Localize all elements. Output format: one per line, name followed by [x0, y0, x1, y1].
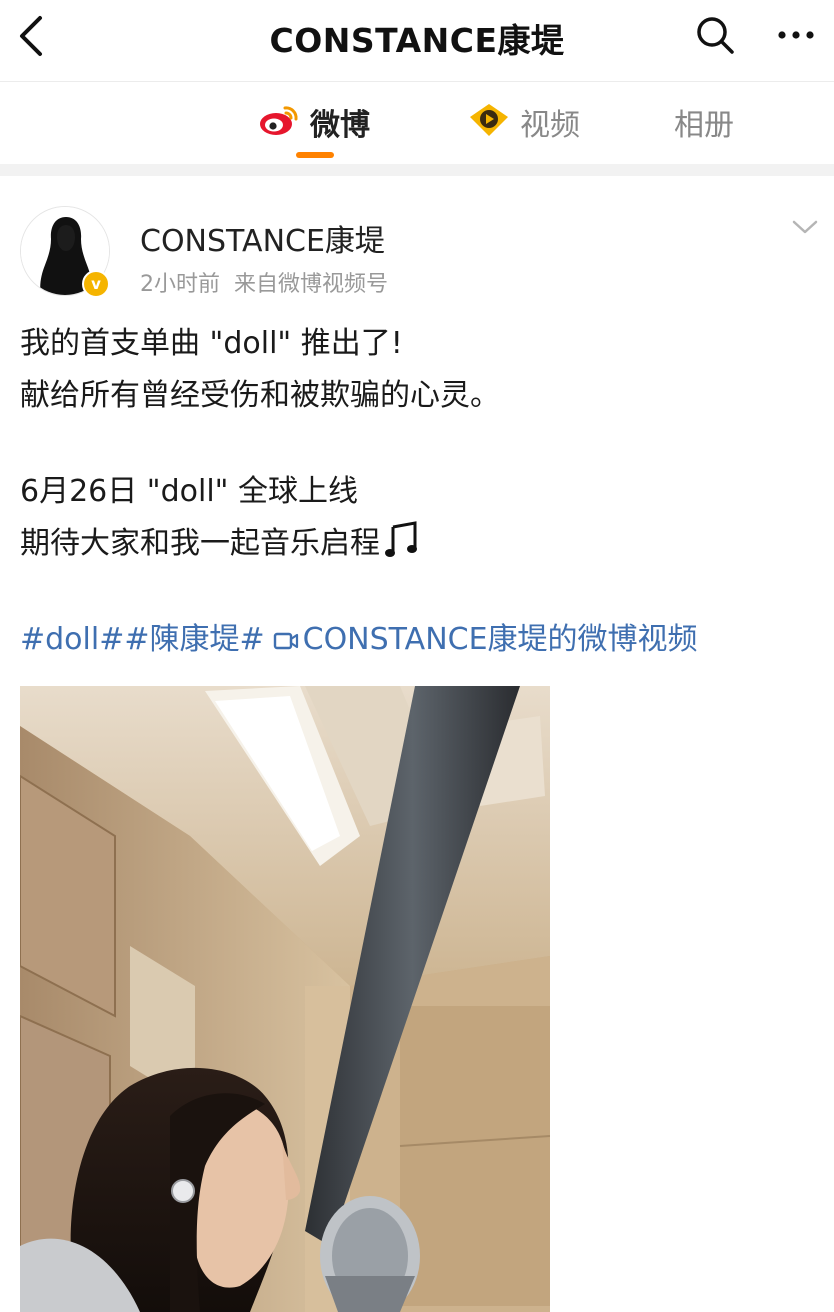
post-body: 我的首支单曲 "doll" 推出了! 献给所有曾经受伤和被欺骗的心灵。 6月26…: [20, 318, 814, 666]
profile-tabs: 微博 视频 相册: [0, 82, 834, 164]
video-link-icon: [273, 632, 298, 649]
tab-label-weibo: 微博: [310, 108, 370, 143]
more-button[interactable]: [772, 18, 820, 52]
topic-link-doll[interactable]: #doll#: [20, 622, 124, 657]
tab-weibo[interactable]: 微博: [258, 100, 370, 144]
post-text-line: 6月26日 "doll" 全球上线: [20, 474, 358, 509]
video-link[interactable]: CONSTANCE康堤的微博视频: [303, 622, 698, 657]
post-text-line: 期待大家和我一起音乐启程: [20, 526, 380, 561]
topic-line: #doll##陳康堤# CONSTANCE康堤的微博视频: [20, 614, 814, 666]
post-meta: 2小时前 来自微博视频号: [140, 266, 388, 298]
video-play-icon: [468, 103, 510, 141]
post-time: 2小时前: [140, 272, 220, 297]
tab-label-album: 相册: [674, 108, 734, 143]
top-nav-bar: CONSTANCE康堤: [0, 0, 834, 82]
active-tab-indicator: [296, 152, 334, 158]
post-source[interactable]: 来自微博视频号: [234, 272, 388, 297]
chevron-down-icon: [792, 220, 818, 234]
weibo-logo-icon: [258, 103, 300, 141]
post-text-line-with-emoji: 期待大家和我一起音乐启程: [20, 518, 814, 570]
tab-album[interactable]: 相册: [674, 100, 734, 144]
verified-badge-icon: v: [82, 270, 110, 298]
tab-label-video: 视频: [520, 108, 580, 143]
post-text-line: 我的首支单曲 "doll" 推出了!: [20, 326, 403, 361]
author-name[interactable]: CONSTANCE康堤: [140, 216, 385, 260]
post-options-button[interactable]: [790, 216, 820, 238]
post-text-line: 献给所有曾经受伤和被欺骗的心灵。: [20, 378, 500, 413]
video-frame-image: [20, 686, 550, 1312]
video-thumbnail[interactable]: [20, 686, 550, 1312]
music-note-icon: [385, 521, 417, 557]
post-card: v CONSTANCE康堤 2小时前 来自微博视频号 我的首支单曲 "doll" …: [0, 176, 834, 1312]
tab-video[interactable]: 视频: [468, 100, 580, 144]
section-divider: [0, 164, 834, 176]
search-icon: [697, 17, 734, 54]
more-horizontal-icon: [778, 31, 814, 39]
search-button[interactable]: [694, 14, 736, 56]
topic-link-chen-kangti[interactable]: #陳康堤#: [124, 622, 264, 657]
